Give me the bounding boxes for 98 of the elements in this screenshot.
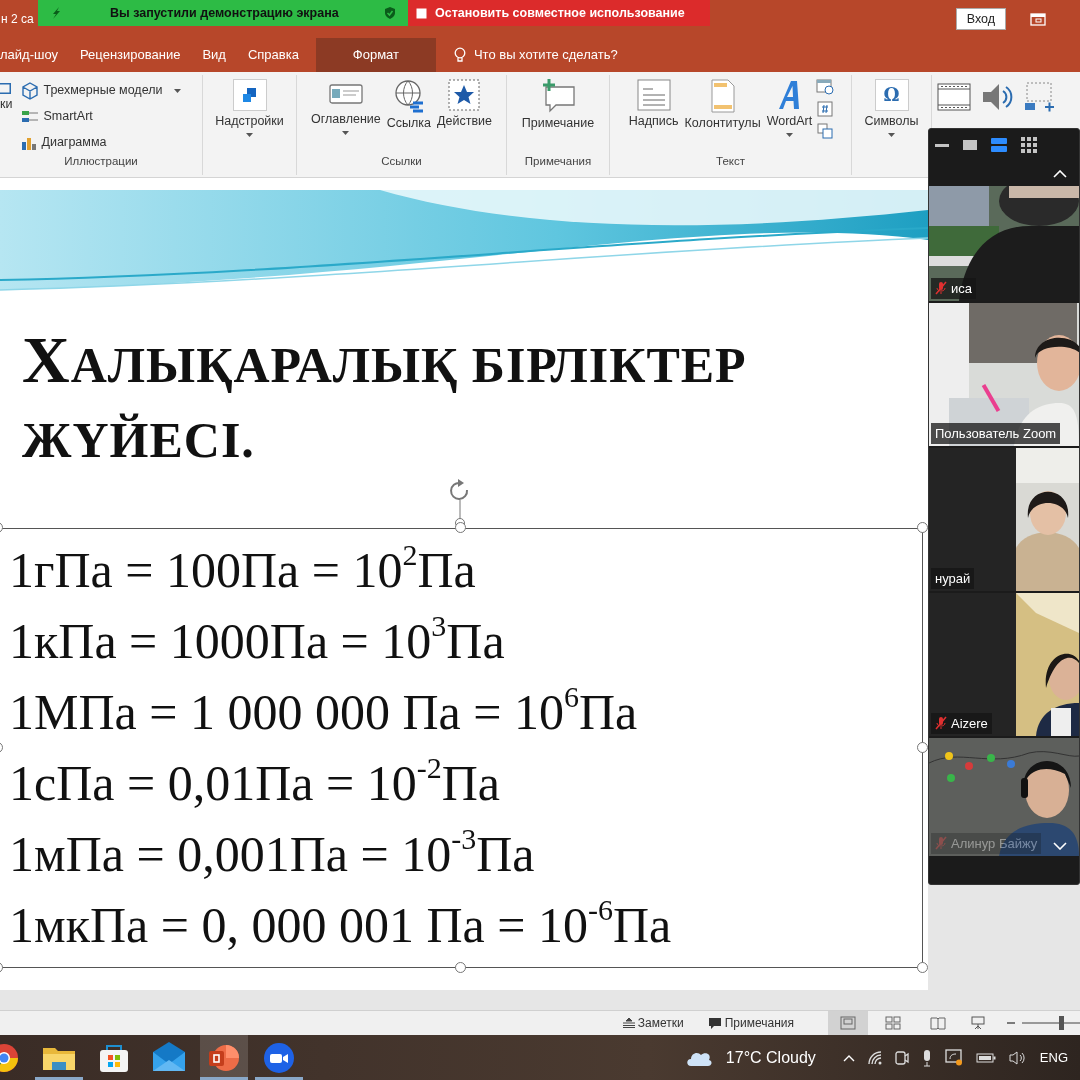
view-toggle-button[interactable] — [991, 138, 1007, 152]
cube-icon — [21, 82, 40, 100]
ribbon-button[interactable]: Диаграмма — [18, 130, 185, 156]
resize-handle[interactable] — [454, 962, 466, 973]
formula-line: 1кПа = 1000Па = 10$^{3}$Па — [9, 607, 505, 671]
screen-share-icon[interactable] — [944, 1049, 963, 1066]
slide-title: ХАЛЫҚАРАЛЫҚ БІРЛІКТЕР ЖҮЙЕСІ. — [22, 322, 748, 470]
ribbon-button[interactable]: SmartArt — [18, 104, 185, 130]
ribbon-button[interactable]: Надстройки — [212, 75, 287, 139]
square-icon — [416, 7, 427, 19]
group-label: Текст — [716, 155, 745, 167]
blocks-icon — [232, 79, 267, 111]
ribbon-button[interactable]: Надпись — [625, 75, 682, 131]
stop-share-button[interactable]: Остановить совместное использование — [408, 0, 710, 26]
formula-line: 1мкПа = 0, 000 001 Па = 10$^{-6}$Па — [9, 891, 672, 955]
caret-icon — [246, 132, 253, 137]
ribbon-button[interactable]: Колонтитулы — [681, 75, 764, 133]
participant-name: иса — [951, 279, 972, 298]
ribbon-button[interactable]: Ссылка — [383, 75, 434, 133]
zoom-out-icon[interactable] — [1006, 1021, 1016, 1025]
ribbon-button[interactable]: ки — [0, 75, 13, 112]
caret-icon — [174, 88, 182, 93]
wifi-icon[interactable] — [867, 1050, 882, 1065]
chevron-up-icon[interactable] — [1053, 169, 1067, 178]
object-icon — [817, 123, 834, 139]
chevron-down-icon[interactable] — [1053, 842, 1067, 850]
lightbulb-icon — [453, 47, 466, 63]
formula-line: 1гПа = 100Па = 10$^{2}$Па — [9, 536, 476, 600]
film-icon — [937, 81, 971, 113]
view-toggle-button[interactable] — [935, 143, 949, 147]
participant-name: нурай — [935, 569, 971, 588]
reading-view-icon — [930, 1016, 946, 1030]
ribbon-tab[interactable]: Вид — [191, 38, 237, 72]
ribbon-button[interactable]: Ω Символы — [861, 75, 922, 139]
resize-handle[interactable] — [454, 522, 466, 533]
page-icon — [709, 79, 736, 113]
language-indicator[interactable]: ENG — [1039, 1047, 1068, 1068]
ribbon-button[interactable]: Оглавление — [308, 75, 384, 137]
ribbon-button[interactable]: Примечание — [518, 75, 598, 133]
weather-text[interactable]: 17°C Cloudy — [725, 1045, 816, 1070]
taskbar-app-button[interactable] — [200, 1035, 248, 1080]
text-box-icon — [636, 79, 671, 111]
document-title: н 2 са — [0, 11, 35, 28]
caret-icon — [342, 130, 350, 135]
projector-screen-icon — [971, 1016, 985, 1030]
view-toggle-button[interactable] — [963, 140, 977, 150]
ribbon-tab[interactable]: лайд-шоу — [0, 38, 69, 72]
bar-chart-icon — [21, 135, 38, 151]
shield-icon — [384, 6, 396, 20]
slider-thumb[interactable] — [1059, 1016, 1065, 1030]
microphone-icon[interactable] — [921, 1048, 932, 1067]
group-label: Ссылки — [381, 155, 422, 167]
slide-sorter-icon — [885, 1016, 901, 1030]
ribbon-tab[interactable]: Формат — [315, 38, 436, 72]
calendar-icon — [816, 79, 835, 95]
ribbon-button[interactable]: Трехмерные модели — [18, 78, 185, 104]
group-label: Примечания — [524, 155, 592, 167]
comment-icon — [707, 1016, 722, 1030]
sign-in-button[interactable]: Вход — [955, 7, 1006, 31]
formula-line: 1МПа = 1 000 000 Па = 10$^{6}$Па — [9, 678, 638, 742]
view-toggle-button[interactable] — [1021, 137, 1037, 153]
resize-handle[interactable] — [917, 962, 928, 973]
speaker-view-icon — [991, 138, 1007, 152]
caret-icon — [888, 132, 895, 137]
ribbon-icon-button[interactable] — [815, 100, 836, 118]
thumbnail-view-icon — [963, 140, 977, 150]
normal-view-icon — [840, 1016, 856, 1030]
formula-line: 1сПа = 0,01Па = 10$^{-2}$Па — [9, 749, 500, 813]
ribbon-tab[interactable]: Рецензирование — [69, 38, 192, 72]
chevron-up-icon[interactable] — [842, 1053, 855, 1062]
participant-name: Алинур Байжу — [951, 834, 1038, 853]
search-field[interactable]: Что вы хотите сделать? — [473, 45, 674, 65]
battery-icon[interactable] — [975, 1052, 996, 1063]
ribbon-button[interactable]: WordArt — [763, 75, 816, 139]
omega-icon: Ω — [874, 79, 909, 111]
slide-number-icon — [817, 101, 834, 117]
text-box[interactable]: 1гПа = 100Па = 10$^{2}$Па 1кПа = 1000Па = 10$^{3}$Па 1МПа = 1 000 000 Па = 10$^{6}$Па 1сПа = 0,01Па = 10$^{-2}$Па 1мПа = 0,001Па = 10$^{-3}$Па 1мкПа = 0, 000 001 Па = 10$^{-6}$Па — [0, 528, 923, 968]
comment-icon — [540, 79, 576, 113]
participant-name: Пользователь Zoom — [935, 424, 1057, 443]
gallery-view-icon — [1021, 137, 1037, 153]
participant-name: Aizere — [951, 714, 988, 733]
camera-icon[interactable] — [894, 1049, 909, 1066]
comments-button[interactable]: Примечания — [701, 1011, 800, 1035]
notes-button[interactable]: Заметки — [616, 1011, 690, 1035]
minimize-icon — [935, 143, 949, 147]
ribbon-icon-button[interactable] — [815, 122, 836, 140]
formula-line: 1мПа = 0,001Па = 10$^{-3}$Па — [9, 820, 535, 884]
notes-icon — [622, 1018, 635, 1028]
ribbon-button[interactable]: Действие — [434, 75, 495, 131]
share-notice: Вы запустили демонстрацию экрана — [110, 4, 339, 22]
ribbon-icon-button[interactable] — [815, 78, 836, 96]
screen-record-icon — [1023, 81, 1055, 113]
window-icon[interactable] — [1030, 12, 1046, 26]
ribbon-tab[interactable]: Справка — [236, 38, 310, 72]
diagram-icon — [21, 109, 40, 125]
group-label: Иллюстрации — [64, 155, 138, 167]
speaker-icon[interactable] — [1008, 1049, 1027, 1066]
caret-icon — [785, 132, 793, 137]
